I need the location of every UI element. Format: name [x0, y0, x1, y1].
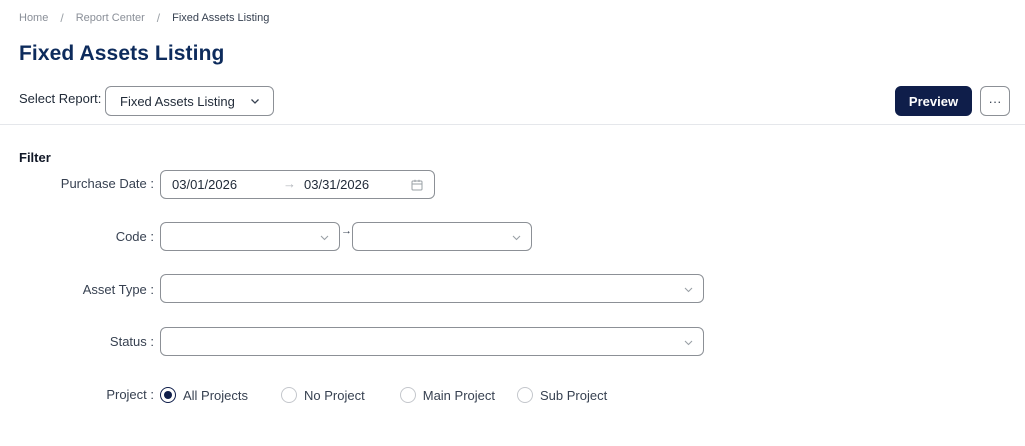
project-option-label: Main Project: [422, 387, 495, 403]
chevron-down-icon: [251, 99, 259, 104]
project-option-sub[interactable]: Sub Project: [516, 387, 608, 403]
chevron-down-icon: [512, 235, 521, 241]
project-option-label: All Projects: [183, 387, 249, 403]
radio-button[interactable]: [399, 387, 416, 403]
code-range-arrow-icon: →: [341, 225, 352, 237]
status-label: Status :: [109, 334, 154, 349]
breadcrumb-separator: /: [156, 11, 161, 25]
code-from-select[interactable]: [160, 222, 340, 251]
page-title: Fixed Assets Listing: [19, 42, 225, 65]
purchase-date-to[interactable]: 03/31/2026: [304, 177, 369, 192]
breadcrumb-home[interactable]: Home: [19, 12, 48, 24]
asset-type-label: Asset Type :: [82, 282, 154, 297]
chevron-down-icon: [684, 340, 693, 346]
filter-title: Filter: [19, 150, 51, 165]
report-select-value: Fixed Assets Listing: [120, 93, 235, 109]
project-option-main[interactable]: Main Project: [399, 387, 495, 403]
date-range-arrow-icon: →: [283, 176, 296, 191]
breadcrumb-separator: /: [60, 11, 64, 25]
breadcrumb: Home / Report Center / Fixed Assets List…: [19, 10, 269, 26]
breadcrumb-current: Fixed Assets Listing: [172, 12, 270, 24]
more-options-button[interactable]: ···: [980, 86, 1010, 116]
purchase-date-label: Purchase Date :: [60, 176, 154, 191]
status-select[interactable]: [160, 327, 704, 356]
header-divider: [0, 124, 1025, 125]
radio-button-checked[interactable]: [160, 387, 176, 403]
code-label: Code :: [115, 229, 154, 244]
project-option-label: Sub Project: [539, 387, 608, 403]
project-option-none[interactable]: No Project: [281, 387, 365, 403]
project-option-all[interactable]: All Projects: [160, 387, 248, 403]
code-to-select[interactable]: [352, 222, 532, 251]
project-label: Project :: [106, 387, 154, 402]
preview-button[interactable]: Preview: [895, 86, 972, 116]
report-select[interactable]: Fixed Assets Listing: [105, 86, 274, 116]
radio-button[interactable]: [516, 387, 533, 403]
project-option-label: No Project: [304, 387, 365, 403]
breadcrumb-report-center[interactable]: Report Center: [76, 12, 145, 24]
asset-type-select[interactable]: [160, 274, 704, 303]
chevron-down-icon: [684, 287, 693, 293]
select-report-label: Select Report:: [19, 91, 102, 106]
chevron-down-icon: [320, 235, 329, 241]
ellipsis-icon: ···: [988, 93, 1002, 109]
project-radio-group: All Projects No Project Main Project Sub…: [160, 386, 607, 404]
purchase-date-range[interactable]: 03/01/2026 → 03/31/2026: [160, 170, 435, 199]
radio-button[interactable]: [281, 387, 298, 403]
purchase-date-from[interactable]: 03/01/2026: [172, 177, 237, 192]
calendar-icon[interactable]: [411, 179, 423, 191]
